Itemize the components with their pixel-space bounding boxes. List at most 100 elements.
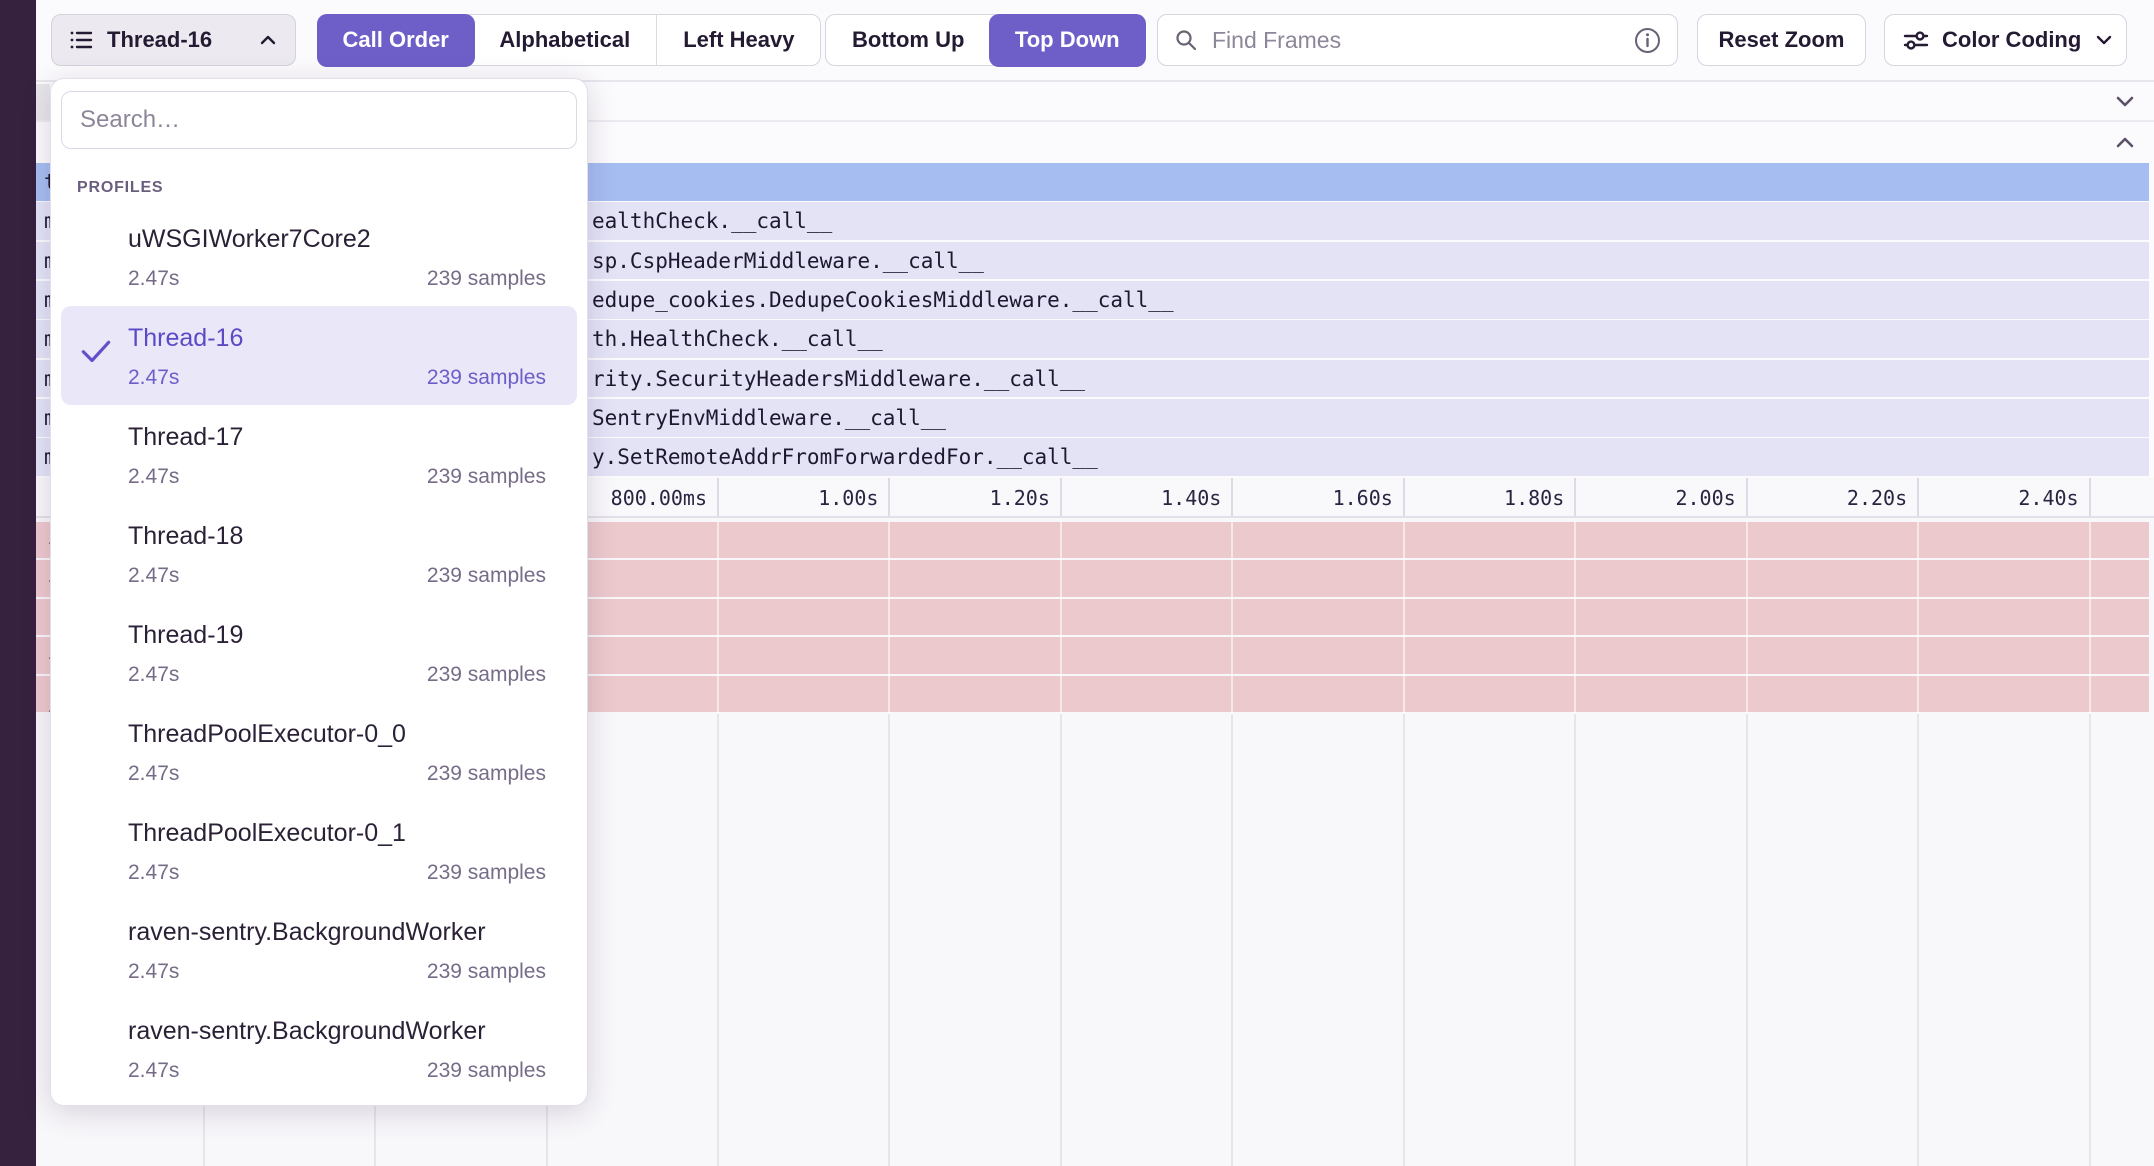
- thread-selector-label: Thread-16: [107, 27, 212, 53]
- profile-samples: 239 samples: [427, 663, 546, 687]
- profile-duration: 2.47s: [128, 762, 179, 786]
- frame-text: sp.CspHeaderMiddleware.__call__: [592, 249, 984, 273]
- profile-duration: 2.47s: [128, 663, 179, 687]
- find-frames-input[interactable]: [1210, 26, 1622, 55]
- profile-name: Thread-19: [128, 621, 243, 650]
- color-coding-button[interactable]: Color Coding: [1884, 14, 2127, 66]
- chevron-up-icon: [257, 29, 279, 51]
- profile-name: Thread-18: [128, 522, 243, 551]
- section-expand-chevron-up-icon[interactable]: [2110, 128, 2140, 158]
- profile-meta: 2.47s 239 samples: [128, 564, 546, 588]
- axis-tick-label: 2.20s: [1747, 486, 1907, 510]
- pink-gridline: [717, 522, 719, 714]
- frame-text: th.HealthCheck.__call__: [592, 327, 883, 351]
- axis-tick-label: 2.00s: [1576, 486, 1736, 510]
- chevron-down-icon: [2093, 29, 2115, 51]
- profile-duration: 2.47s: [128, 861, 179, 885]
- profile-duration: 2.47s: [128, 564, 179, 588]
- bottom-up-button[interactable]: Bottom Up: [826, 15, 990, 65]
- axis-tick-label: 1.20s: [890, 486, 1050, 510]
- axis-gridline: [2089, 478, 2091, 516]
- chart-gridline: [1574, 714, 1576, 1166]
- chart-gridline: [1746, 714, 1748, 1166]
- pink-gridline: [1060, 522, 1062, 714]
- reset-zoom-button[interactable]: Reset Zoom: [1697, 14, 1866, 66]
- pink-gridline: [1917, 522, 1919, 714]
- axis-tick-label: 2.40s: [1919, 486, 2079, 510]
- top-down-button[interactable]: Top Down: [989, 14, 1146, 67]
- sliders-icon: [1902, 26, 1930, 54]
- pink-gridline: [888, 522, 890, 714]
- profile-option[interactable]: Thread-17 2.47s 239 samples: [61, 405, 577, 504]
- frame-text: SentryEnvMiddleware.__call__: [592, 406, 946, 430]
- profile-meta: 2.47s 239 samples: [128, 663, 546, 687]
- search-icon: [1174, 28, 1198, 52]
- profile-duration: 2.47s: [128, 465, 179, 489]
- profile-name: Thread-17: [128, 423, 243, 452]
- profile-samples: 239 samples: [427, 1059, 546, 1083]
- thread-selector-button[interactable]: Thread-16: [51, 14, 296, 66]
- chart-gridline: [888, 714, 890, 1166]
- chart-gridline: [717, 714, 719, 1166]
- profile-duration: 2.47s: [128, 1059, 179, 1083]
- profile-samples: 239 samples: [427, 762, 546, 786]
- profiles-list: uWSGIWorker7Core22.47s239 samplesThread-…: [61, 207, 577, 1098]
- profiling-flamegraph-app: { "toolbar": { "thread_selector": {"labe…: [0, 0, 2154, 1166]
- info-icon[interactable]: [1634, 27, 1661, 54]
- toolbar: Thread-16 Call Order Alphabetical Left H…: [36, 0, 2154, 82]
- profile-option[interactable]: Thread-16 2.47s239 samples: [61, 306, 577, 405]
- pink-gridline: [1403, 522, 1405, 714]
- profile-option[interactable]: ThreadPoolExecutor-0_1 2.47s239 samples: [61, 801, 577, 900]
- profile-duration: 2.47s: [128, 960, 179, 984]
- sort-left-heavy-button[interactable]: Left Heavy: [656, 15, 820, 65]
- profile-name: raven-sentry.BackgroundWorker: [128, 1017, 486, 1046]
- axis-tick-label: 1.00s: [718, 486, 878, 510]
- direction-segmented-control: Bottom Up Top Down: [825, 14, 1145, 66]
- frame-text: y.SetRemoteAddrFromForwardedFor.__call__: [592, 445, 1098, 469]
- profile-samples: 239 samples: [427, 465, 546, 489]
- profile-samples: 239 samples: [427, 366, 546, 390]
- check-icon: [77, 332, 115, 370]
- profile-name: raven-sentry.BackgroundWorker: [128, 918, 486, 947]
- profile-meta: 2.47s 239 samples: [128, 1059, 546, 1083]
- profile-name: Thread-16: [128, 324, 243, 353]
- chart-gridline: [1060, 714, 1062, 1166]
- profile-samples: 239 samples: [427, 267, 546, 291]
- minimap-sliver: [36, 84, 50, 120]
- profile-meta: 2.47s 239 samples: [128, 762, 546, 786]
- color-coding-label: Color Coding: [1942, 27, 2081, 53]
- profile-samples: 239 samples: [427, 564, 546, 588]
- pink-gridline: [1746, 522, 1748, 714]
- profile-option[interactable]: Thread-19 2.47s 239 samples: [61, 603, 577, 702]
- profile-meta: 2.47s239 samples: [128, 861, 546, 885]
- frame-text: rity.SecurityHeadersMiddleware.__call__: [592, 367, 1085, 391]
- chart-gridline: [1231, 714, 1233, 1166]
- profiles-section-label: PROFILES: [77, 179, 577, 197]
- sort-call-order-button[interactable]: Call Order: [317, 14, 475, 67]
- profile-option[interactable]: Thread-18 2.47s 239 samples: [61, 504, 577, 603]
- pink-gridline: [1231, 522, 1233, 714]
- profile-name: ThreadPoolExecutor-0_1: [128, 819, 406, 848]
- frame-text: edupe_cookies.DedupeCookiesMiddleware.__…: [592, 288, 1174, 312]
- profile-samples: 239 samples: [427, 960, 546, 984]
- profile-option[interactable]: raven-sentry.BackgroundWorker 2.47s 239 sa…: [61, 999, 577, 1098]
- profile-option[interactable]: raven-sentry.BackgroundWorker 2.47s 239 sa…: [61, 900, 577, 999]
- find-frames-field: [1157, 14, 1678, 66]
- chart-gridline: [2089, 714, 2091, 1166]
- profile-meta: 2.47s239 samples: [128, 366, 546, 390]
- profile-meta: 2.47s 239 samples: [128, 267, 546, 291]
- profile-option[interactable]: uWSGIWorker7Core22.47s239 samples: [61, 207, 577, 306]
- profile-duration: 2.47s: [128, 267, 179, 291]
- axis-tick-label: 1.60s: [1233, 486, 1393, 510]
- profiles-search-input[interactable]: [61, 91, 577, 149]
- profile-meta: 2.47s 239 samples: [128, 960, 546, 984]
- section-collapse-chevron-down-icon[interactable]: [2110, 86, 2140, 116]
- axis-tick-label: 1.80s: [1404, 486, 1564, 510]
- app-sidebar-strip: [0, 0, 36, 1166]
- thread-list-icon: [68, 27, 94, 53]
- profile-option[interactable]: ThreadPoolExecutor-0_02.47s239 samples: [61, 702, 577, 801]
- sort-alphabetical-button[interactable]: Alphabetical: [473, 15, 656, 65]
- profiles-dropdown: PROFILES uWSGIWorker7Core22.47s239 sampl…: [50, 78, 588, 1106]
- chart-gridline: [1917, 714, 1919, 1166]
- axis-tick-label: 1.40s: [1061, 486, 1221, 510]
